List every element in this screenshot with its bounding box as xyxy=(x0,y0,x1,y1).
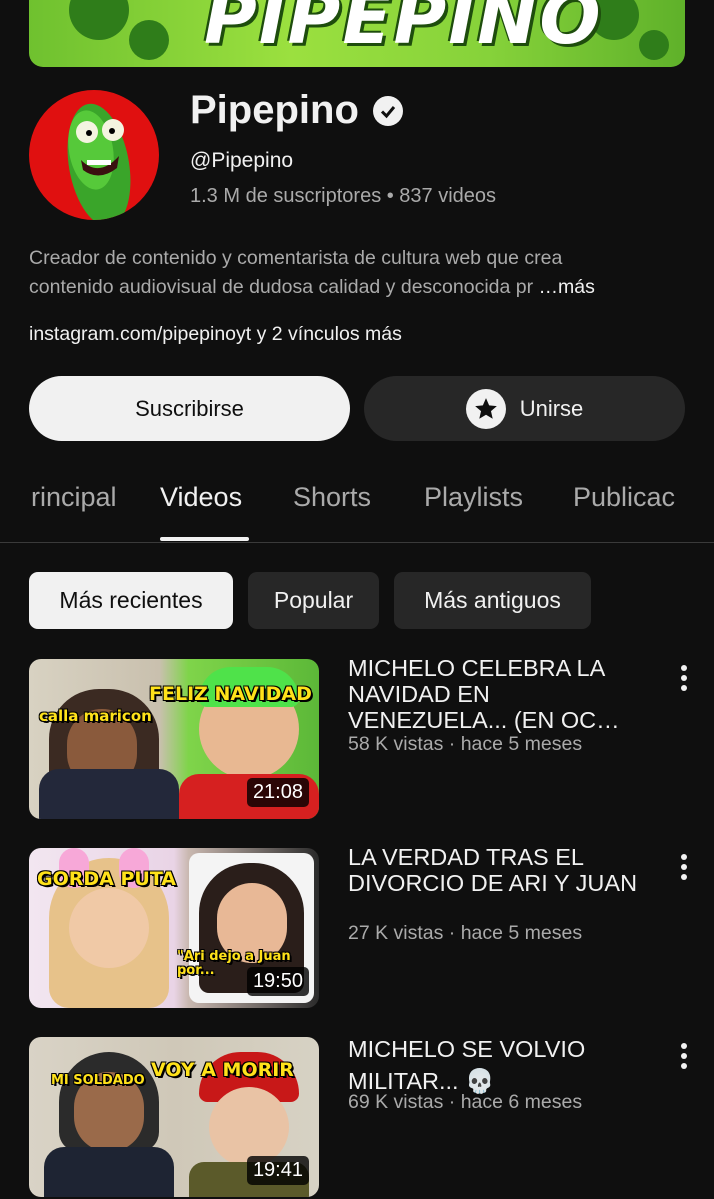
video-item[interactable]: MI SOLDADO VOY A MORIR 19:41 MICHELO SE … xyxy=(0,1036,714,1199)
description-line-2: contenido audiovisual de dudosa calidad … xyxy=(29,273,685,302)
channel-name: Pipepino xyxy=(190,88,403,133)
video-meta: 69 K vistas · hace 6 meses xyxy=(348,1091,583,1113)
tab-shorts[interactable]: Shorts xyxy=(293,482,371,513)
thumb-text-left: MI SOLDADO xyxy=(51,1073,145,1088)
subscribe-label: Suscribirse xyxy=(135,395,244,421)
channel-name-text: Pipepino xyxy=(190,88,359,132)
chip-popular[interactable]: Popular xyxy=(248,572,379,629)
video-item[interactable]: calla maricon FELIZ NAVIDAD 21:08 MICHEL… xyxy=(0,655,714,821)
thumb-text-left: GORDA PUTA xyxy=(37,868,177,890)
video-thumbnail[interactable]: GORDA PUTA "Ari dejo a Juan por... 19:50 xyxy=(29,848,319,1008)
channel-stats: 1.3 M de suscriptores • 837 videos xyxy=(190,185,497,207)
thumb-text-right: VOY A MORIR xyxy=(151,1059,294,1081)
pickle-avatar-icon xyxy=(67,103,131,220)
join-button[interactable]: Unirse xyxy=(364,376,685,441)
more-vertical-icon[interactable] xyxy=(672,854,696,880)
channel-description[interactable]: Creador de contenido y comentarista de c… xyxy=(29,244,685,302)
video-title[interactable]: LA VERDAD TRAS EL DIVORCIO DE ARI Y JUAN xyxy=(348,844,648,896)
video-duration: 19:50 xyxy=(246,967,309,996)
video-duration: 19:41 xyxy=(246,1156,309,1185)
channel-banner: PIPEPINO xyxy=(29,0,685,67)
chip-mas-recientes[interactable]: Más recientes xyxy=(29,572,233,629)
description-line-1: Creador de contenido y comentarista de c… xyxy=(29,247,563,269)
channel-handle: @Pipepino xyxy=(190,149,294,172)
video-duration: 21:08 xyxy=(246,778,309,807)
chip-mas-antiguos[interactable]: Más antiguos xyxy=(394,572,591,629)
star-icon xyxy=(465,388,506,429)
channel-links[interactable]: instagram.com/pipepinoyt y 2 vínculos má… xyxy=(29,323,402,346)
video-thumbnail[interactable]: calla maricon FELIZ NAVIDAD 21:08 xyxy=(29,659,319,819)
video-meta: 27 K vistas · hace 5 meses xyxy=(348,922,583,944)
more-vertical-icon[interactable] xyxy=(672,1043,696,1069)
thumb-text-left: calla maricon xyxy=(39,707,152,725)
video-title[interactable]: MICHELO SE VOLVIO MILITAR... 💀 xyxy=(348,1033,648,1097)
video-title[interactable]: MICHELO CELEBRA LA NAVIDAD EN VENEZUELA.… xyxy=(348,655,648,733)
channel-tabs: rincipal Videos Shorts Playlists Publica… xyxy=(0,470,714,543)
video-item[interactable]: GORDA PUTA "Ari dejo a Juan por... 19:50… xyxy=(0,844,714,1010)
tab-playlists[interactable]: Playlists xyxy=(424,482,523,513)
channel-avatar[interactable] xyxy=(29,90,159,220)
description-line-2-text: contenido audiovisual de dudosa calidad … xyxy=(29,276,534,298)
banner-text: PIPEPINO xyxy=(204,0,603,60)
tab-principal[interactable]: rincipal xyxy=(31,482,117,513)
video-thumbnail[interactable]: MI SOLDADO VOY A MORIR 19:41 xyxy=(29,1037,319,1197)
thumb-text-right: FELIZ NAVIDAD xyxy=(149,683,312,705)
active-tab-indicator xyxy=(160,537,249,541)
more-link[interactable]: …más xyxy=(539,276,595,298)
video-meta: 58 K vistas · hace 5 meses xyxy=(348,733,583,755)
more-vertical-icon[interactable] xyxy=(672,665,696,691)
tab-publicaciones[interactable]: Publicac xyxy=(573,482,675,513)
verified-check-icon xyxy=(372,95,403,126)
tab-videos[interactable]: Videos xyxy=(160,482,242,513)
subscribe-button[interactable]: Suscribirse xyxy=(29,376,350,441)
join-label: Unirse xyxy=(519,395,584,421)
